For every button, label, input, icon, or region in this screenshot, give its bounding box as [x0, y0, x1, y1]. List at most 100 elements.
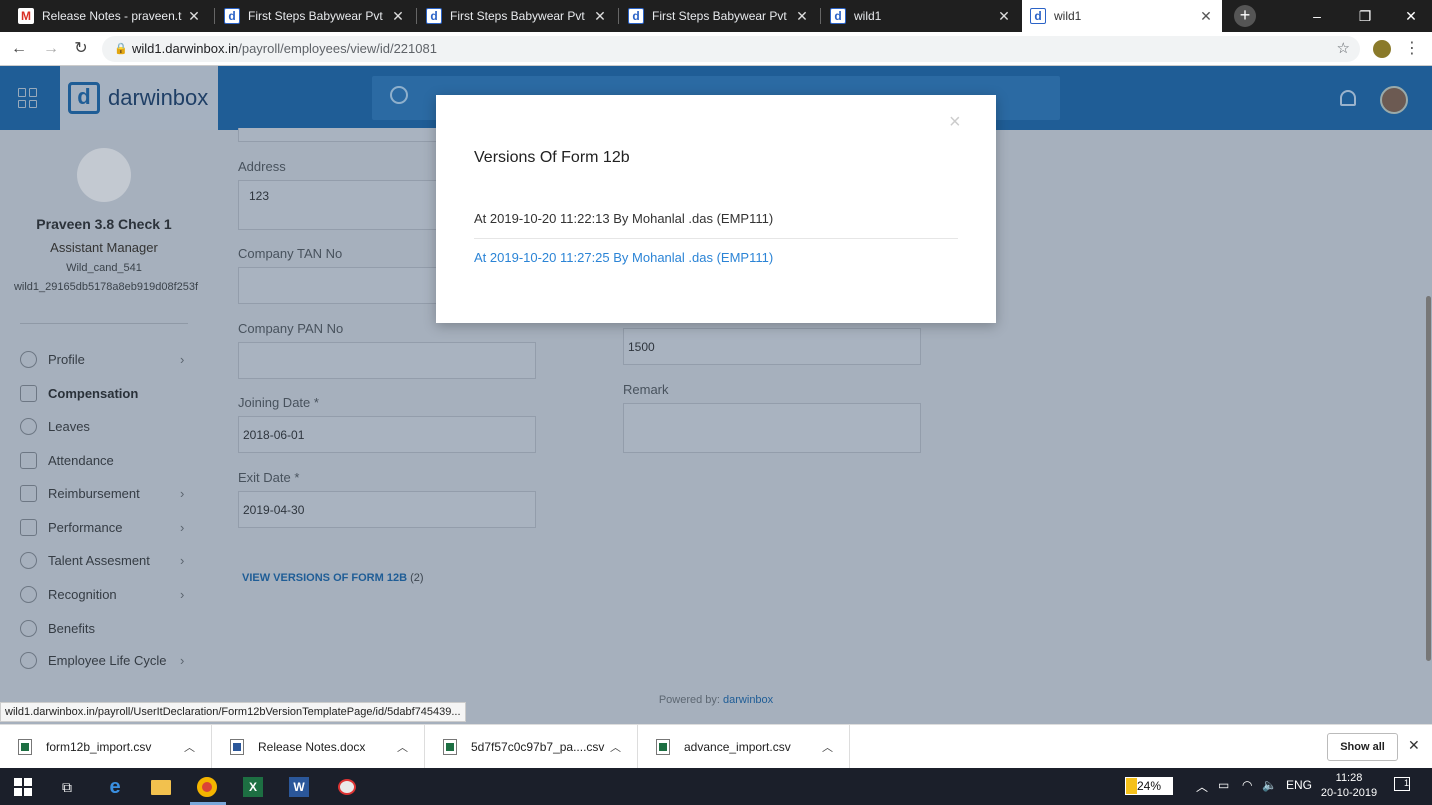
battery-icon[interactable]: ▭ [1218, 778, 1229, 792]
chevron-right-icon: › [180, 485, 185, 501]
company-tan-label: Company TAN No [238, 246, 343, 261]
close-icon[interactable]: ✕ [592, 8, 608, 25]
chevron-right-icon: › [180, 552, 185, 568]
show-all-button[interactable]: Show all [1327, 733, 1398, 761]
browser-tab[interactable]: d wild1 ✕ [822, 0, 1020, 32]
tab-title: wild1 [854, 9, 882, 23]
download-item[interactable]: form12b_import.csv ︿ [0, 725, 212, 769]
employee-avatar [77, 148, 131, 202]
download-filename: Release Notes.docx [258, 740, 366, 754]
excel-file-icon [18, 739, 32, 755]
gmail-icon: M [18, 8, 34, 24]
speaker-icon[interactable]: 🔈 [1262, 778, 1277, 792]
browser-tab[interactable]: d First Steps Babywear Pvt Ltd ✕ [216, 0, 414, 32]
powered-by-brand[interactable]: darwinbox [723, 694, 773, 706]
chevron-up-icon[interactable]: ︿ [822, 739, 833, 755]
chevron-right-icon: › [180, 586, 185, 602]
lock-icon: 🔒 [114, 43, 128, 55]
exit-date-field[interactable]: 2019-04-30 [238, 491, 536, 528]
sidebar-item-profile[interactable]: Profile › [20, 347, 190, 371]
maximize-button[interactable]: ❐ [1342, 0, 1388, 32]
chevron-up-icon[interactable]: ︿ [1196, 778, 1208, 795]
page-scrollbar-thumb[interactable] [1426, 296, 1431, 661]
download-item[interactable]: advance_import.csv ︿ [638, 725, 850, 769]
address-bar[interactable]: 🔒 wild1.darwinbox.in/payroll/employees/v… [102, 36, 1360, 62]
new-tab-button[interactable]: + [1234, 5, 1256, 27]
chevron-up-icon[interactable]: ︿ [184, 739, 195, 755]
sidebar-item-benefits[interactable]: Benefits [20, 616, 190, 640]
language-indicator[interactable]: ENG [1286, 778, 1312, 792]
chevron-up-icon[interactable]: ︿ [397, 739, 408, 755]
address-label: Address [238, 159, 286, 174]
wifi-icon[interactable]: ◠ [1242, 778, 1252, 792]
chevron-right-icon: › [180, 351, 185, 367]
browser-tab[interactable]: d First Steps Babywear Pvt Ltd ✕ [418, 0, 616, 32]
remark-textarea[interactable] [623, 403, 921, 453]
browser-profile-avatar[interactable] [1373, 40, 1391, 58]
apps-grid-icon[interactable] [18, 88, 38, 108]
sidebar-item-performance[interactable]: Performance › [20, 515, 190, 539]
clock-date: 20-10-2019 [1320, 787, 1378, 799]
star-icon[interactable]: ☆ [1337, 36, 1350, 62]
sidebar-item-recognition[interactable]: Recognition › [20, 582, 190, 606]
word-icon[interactable]: W [286, 774, 312, 800]
versions-count: (2) [410, 572, 424, 584]
browser-tab[interactable]: d First Steps Babywear Pvt Ltd ✕ [620, 0, 818, 32]
version-item-link[interactable]: At 2019-10-20 11:27:25 By Mohanlal .das … [474, 250, 958, 265]
clock[interactable]: 11:28 20-10-2019 [1318, 771, 1380, 801]
company-pan-field[interactable] [238, 342, 536, 379]
close-icon[interactable]: ✕ [1408, 737, 1420, 754]
menu-kebab-icon[interactable]: ⋮ [1404, 38, 1420, 58]
download-item[interactable]: 5d7f57c0c97b7_pa....csv ︿ [425, 725, 638, 769]
sidebar-item-employee-life-cycle[interactable]: Employee Life Cycle › [20, 648, 190, 672]
minimize-button[interactable]: – [1294, 0, 1340, 32]
close-icon[interactable]: ✕ [1198, 8, 1214, 25]
tab-title: wild1 [1054, 9, 1082, 23]
excel-file-icon [656, 739, 670, 755]
tab-divider [416, 8, 417, 24]
download-filename: 5d7f57c0c97b7_pa....csv [471, 740, 605, 754]
back-arrow-icon[interactable]: ← [8, 38, 30, 60]
paint-icon[interactable] [334, 774, 360, 800]
user-avatar[interactable] [1380, 86, 1408, 114]
version-item[interactable]: At 2019-10-20 11:22:13 By Mohanlal .das … [474, 211, 958, 226]
url-host: wild1.darwinbox.in [132, 41, 239, 56]
browser-tab[interactable]: M Release Notes - praveen.t@d ✕ [10, 0, 210, 32]
sidebar-item-compensation[interactable]: Compensation [20, 381, 190, 405]
sidebar-item-leaves[interactable]: Leaves [20, 414, 190, 438]
joining-date-field[interactable]: 2018-06-01 [238, 416, 536, 453]
task-view-icon[interactable]: ⧉ [54, 774, 80, 800]
close-icon[interactable]: ✕ [390, 8, 406, 25]
close-icon[interactable]: × [949, 111, 961, 134]
file-explorer-icon[interactable] [148, 774, 174, 800]
amount-field[interactable]: 1500 [623, 328, 921, 365]
darwinbox-logo[interactable]: d darwinbox [60, 66, 218, 130]
close-icon[interactable]: ✕ [794, 8, 810, 25]
notification-center-icon[interactable]: 1 [1394, 777, 1410, 791]
battery-indicator[interactable]: 24% [1125, 777, 1173, 795]
sidebar-item-talent-assesment[interactable]: Talent Assesment › [20, 548, 190, 572]
close-icon[interactable]: ✕ [186, 8, 202, 25]
cycle-icon [20, 651, 37, 669]
close-icon[interactable]: ✕ [996, 8, 1012, 25]
forward-arrow-icon[interactable]: → [40, 38, 62, 60]
reload-icon[interactable]: ↻ [70, 38, 92, 60]
edge-browser-icon[interactable]: e [102, 774, 128, 800]
badge-icon [20, 585, 37, 603]
chrome-icon[interactable] [194, 774, 220, 800]
versions-modal: × Versions Of Form 12b At 2019-10-20 11:… [436, 95, 996, 323]
joining-date-label: Joining Date * [238, 395, 319, 410]
browser-tab-active[interactable]: d wild1 ✕ [1022, 0, 1222, 32]
chevron-up-icon[interactable]: ︿ [610, 739, 621, 755]
view-versions-link[interactable]: VIEW VERSIONS OF FORM 12B (2) [242, 572, 424, 584]
tab-title: Release Notes - praveen.t@d [42, 9, 182, 23]
sidebar-item-reimbursement[interactable]: Reimbursement › [20, 481, 190, 505]
sidebar-item-label: Employee Life Cycle [48, 652, 167, 668]
window-close-button[interactable]: ✕ [1388, 0, 1432, 32]
windows-start-icon[interactable] [10, 774, 36, 800]
excel-icon[interactable]: X [240, 774, 266, 800]
modal-title: Versions Of Form 12b [474, 149, 630, 166]
sidebar-item-attendance[interactable]: Attendance [20, 448, 190, 472]
download-item[interactable]: Release Notes.docx ︿ [212, 725, 425, 769]
bell-icon[interactable] [1340, 90, 1356, 106]
